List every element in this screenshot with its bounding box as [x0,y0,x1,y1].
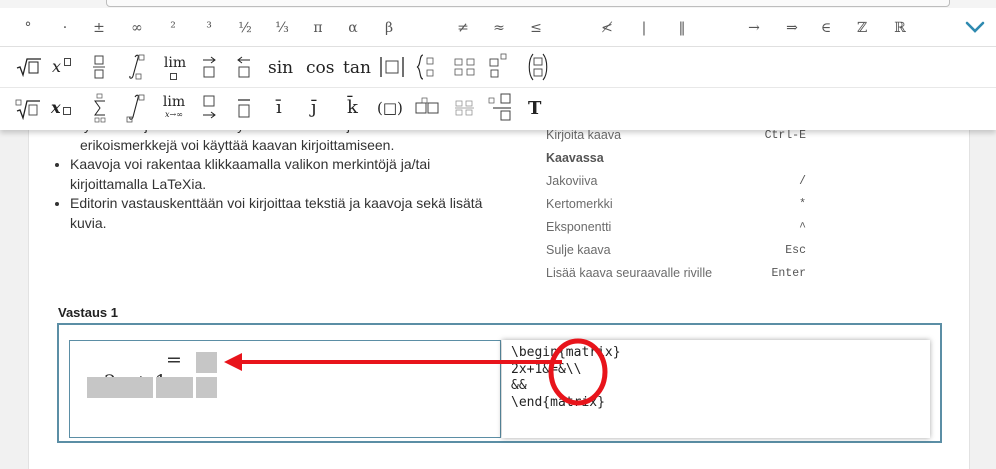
integers-symbol[interactable]: ℤ [854,18,870,38]
reals-symbol[interactable]: ℝ [892,18,908,38]
sin-button[interactable]: sin [268,58,293,78]
instruction-line: erikoismerkkejä voi käyttää kaavan kirjo… [80,136,395,153]
sum-icon[interactable] [92,93,108,123]
limit-infinity-button[interactable]: lim x→∞ [158,95,190,125]
tan-button[interactable]: tan [343,58,371,78]
special-characters-row: ° · ± ∞ ² ³ ½ ⅓ π α β ≠ ≈ ≤ ≮ | ‖ → ⇒ ∈ … [0,10,996,47]
right-arrow-symbol[interactable]: → [744,18,764,38]
matrix-placeholder[interactable] [196,352,217,373]
pi-symbol[interactable]: π [310,18,326,38]
math-toolbar: ° · ± ∞ ² ³ ½ ⅓ π α β ≠ ≈ ≤ ≮ | ‖ → ⇒ ∈ … [0,0,996,130]
shortcut-list: Kirjoita kaava Ctrl-E Kaavassa Jakoviiva /… [546,124,806,285]
nth-root-icon[interactable] [15,98,41,120]
fraction-icon[interactable] [92,54,106,80]
unit-vector-k-button[interactable]: k̄ [347,97,358,118]
matrix-placeholder[interactable] [156,377,193,398]
unit-vector-j-button[interactable]: j̄ [311,97,317,118]
limit-button[interactable]: lim [160,54,190,82]
approx-symbol[interactable]: ≈ [490,18,508,38]
math-equals: = [166,349,182,371]
integral-icon[interactable] [126,53,146,81]
math-structures-row-2: x lim x→∞ ī j̄ k̄ (□) T [0,88,996,130]
dot-symbol[interactable]: · [57,18,73,38]
subscript-superscript-icon[interactable] [488,53,512,81]
under-arrow-icon[interactable] [201,94,217,122]
math-structures-row: x lim sin cos tan [0,47,996,88]
beta-symbol[interactable]: β [381,18,397,38]
not-less-symbol[interactable]: ≮ [598,18,616,38]
two-boxes-icon[interactable] [415,97,441,119]
vector-left-icon[interactable] [236,54,252,80]
degree-symbol[interactable]: ° [20,18,36,38]
chevron-down-icon[interactable] [964,16,986,38]
unit-vector-i-button[interactable]: ī [276,97,282,118]
binomial-icon[interactable] [527,52,549,82]
vertical-bar-symbol[interactable]: | [638,18,650,38]
instruction-item: Kaavoja voi rakentaa klikkaamalla valiko… [70,155,522,194]
toolbar-top-strip [0,0,996,8]
absolute-value-icon[interactable] [379,56,405,78]
double-bar-symbol[interactable]: ‖ [675,18,689,38]
answer-label: Vastaus 1 [58,305,118,320]
matrix-2x2-icon[interactable] [453,56,477,78]
sqrt-icon[interactable] [16,57,42,77]
vector-right-icon[interactable] [201,54,217,80]
squared-symbol[interactable]: ² [166,18,180,38]
alpha-symbol[interactable]: α [345,18,361,38]
chemistry-arrow-icon[interactable] [488,93,514,121]
less-equal-symbol[interactable]: ≤ [527,18,545,38]
implies-symbol[interactable]: ⇒ [782,18,802,38]
latex-source[interactable]: \begin{matrix} 2x+1&=&\\ && \end{matrix} [511,345,621,411]
power-icon[interactable]: x [52,57,74,77]
matrix-placeholder[interactable] [196,377,217,398]
shortcut-row: Lisää kaava seuraavalle riville Enter [546,266,806,280]
instructions: fysiikassa ja kemiassa käytettäviä merki… [52,116,522,233]
shortcut-row: Kertomerkki * [546,197,806,211]
matrix-placeholder[interactable] [87,377,153,398]
one-half-symbol[interactable]: ½ [236,18,254,38]
shortcut-row: Eksponentti ^ [546,220,806,234]
matrix-small-icon[interactable] [453,97,477,119]
element-of-symbol[interactable]: ∈ [818,18,834,38]
shortcut-heading: Kaavassa [546,151,604,165]
instruction-item: Editorin vastauskenttään voi kirjoittaa … [70,194,522,233]
cubed-symbol[interactable]: ³ [202,18,216,38]
parentheses-button[interactable]: (□) [377,99,403,117]
overline-icon[interactable] [236,95,252,121]
cos-button[interactable]: cos [306,58,334,78]
cases-icon[interactable] [416,54,438,80]
one-third-symbol[interactable]: ⅓ [273,18,291,38]
shortcut-row: Jakoviiva / [546,174,806,188]
definite-integral-icon[interactable] [126,93,146,123]
subscript-icon[interactable]: x [51,98,75,120]
infinity-symbol[interactable]: ∞ [127,18,147,38]
shortcut-row: Sulje kaava Esc [546,243,806,257]
text-mode-button[interactable]: T [528,98,541,119]
plus-minus-symbol[interactable]: ± [90,18,108,38]
not-equal-symbol[interactable]: ≠ [454,18,472,38]
